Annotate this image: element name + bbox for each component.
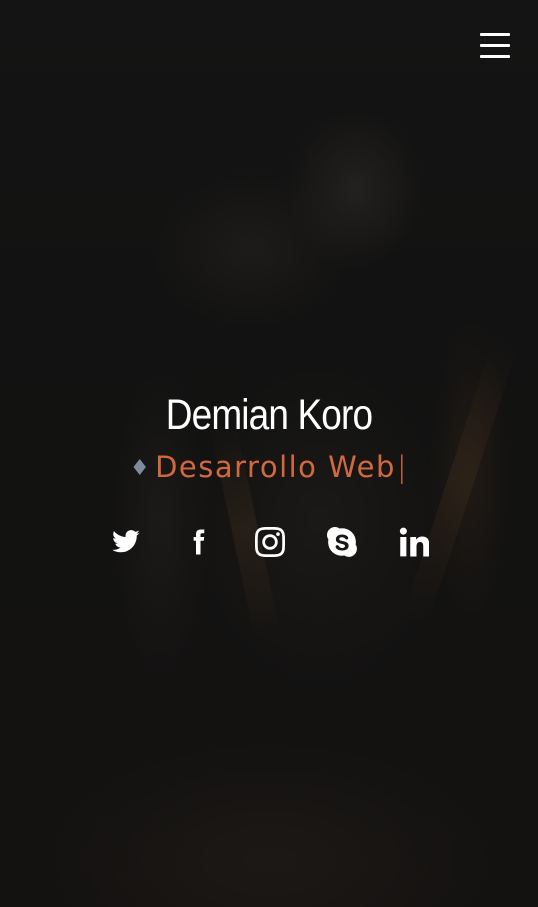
hero-section: Demian Koro ♦ Desarrollo Web|: [0, 0, 538, 907]
hero-content: Demian Koro ♦ Desarrollo Web|: [0, 385, 538, 557]
instagram-icon: [255, 527, 285, 557]
facebook-icon: [193, 529, 205, 555]
social-links: [0, 527, 538, 557]
hero-role: ♦ Desarrollo Web|: [0, 445, 538, 491]
hamburger-menu-icon[interactable]: [480, 33, 510, 59]
instagram-link[interactable]: [255, 527, 285, 557]
linkedin-link[interactable]: [399, 527, 429, 557]
twitter-icon: [112, 530, 140, 553]
skype-link[interactable]: [327, 527, 357, 557]
twitter-link[interactable]: [111, 527, 141, 557]
hero-name: Demian Koro: [165, 391, 373, 439]
hero-role-text: Desarrollo Web: [155, 450, 396, 484]
skype-icon: [327, 527, 357, 557]
linkedin-icon: [399, 527, 429, 557]
typing-cursor: |: [396, 450, 409, 484]
facebook-link[interactable]: [183, 527, 213, 557]
diamond-bullet-icon: ♦: [129, 456, 152, 481]
